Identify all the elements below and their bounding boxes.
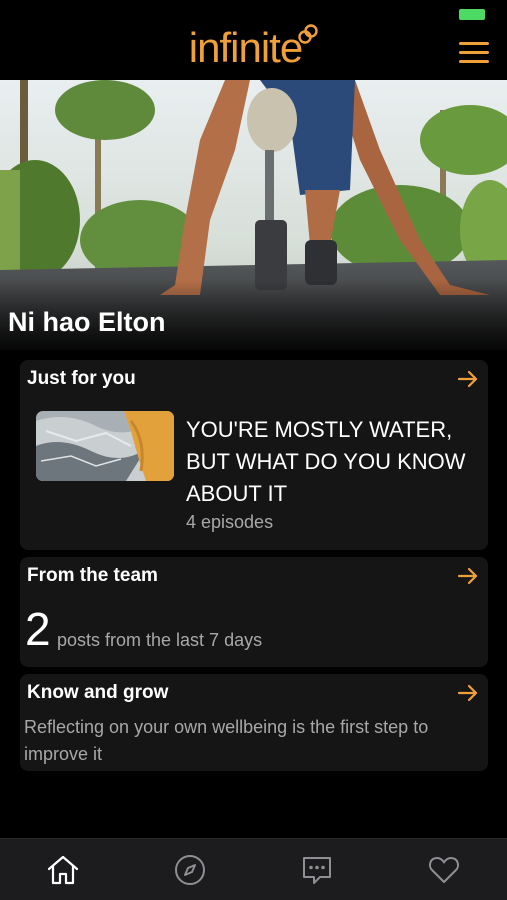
episode-count: 4 episodes bbox=[186, 512, 274, 532]
logo-text: infinite bbox=[188, 24, 303, 71]
heart-icon[interactable] bbox=[427, 853, 461, 887]
card-title-know-grow: Know and grow bbox=[27, 682, 169, 703]
arrow-right-icon[interactable] bbox=[457, 368, 479, 390]
battery-indicator bbox=[459, 9, 485, 20]
bottom-tab-bar bbox=[0, 838, 507, 900]
chat-icon[interactable] bbox=[300, 853, 334, 887]
compass-icon[interactable] bbox=[173, 853, 207, 887]
just-for-you-card[interactable]: Just for you YOU'RE MOSTLY WATER, BUT WH… bbox=[20, 360, 488, 550]
episode-thumbnail[interactable] bbox=[36, 411, 174, 481]
from-the-team-card[interactable]: From the team 2 posts from the last 7 da… bbox=[20, 557, 488, 667]
posts-count: 2 bbox=[25, 603, 51, 655]
greeting-text: Ni hao Elton bbox=[8, 307, 166, 337]
episode-title[interactable]: YOU'RE MOSTLY WATER, BUT WHAT DO YOU KNO… bbox=[186, 414, 476, 510]
app-logo: infinite bbox=[0, 22, 507, 74]
know-grow-description: Reflecting on your own wellbeing is the … bbox=[24, 717, 429, 764]
logo-rings-icon bbox=[298, 24, 318, 44]
water-image bbox=[36, 411, 174, 481]
home-icon[interactable] bbox=[46, 853, 80, 887]
posts-description: posts from the last 7 days bbox=[57, 630, 263, 650]
card-title-just-for-you: Just for you bbox=[27, 368, 136, 389]
arrow-right-icon[interactable] bbox=[457, 565, 479, 587]
hero-banner: Ni hao Elton bbox=[0, 80, 507, 350]
app-header: infinite bbox=[0, 0, 507, 80]
card-title-from-team: From the team bbox=[27, 565, 158, 586]
arrow-right-icon[interactable] bbox=[457, 682, 479, 704]
hamburger-menu-icon[interactable] bbox=[459, 42, 489, 64]
know-and-grow-card[interactable]: Know and grow Reflecting on your own wel… bbox=[20, 674, 488, 771]
